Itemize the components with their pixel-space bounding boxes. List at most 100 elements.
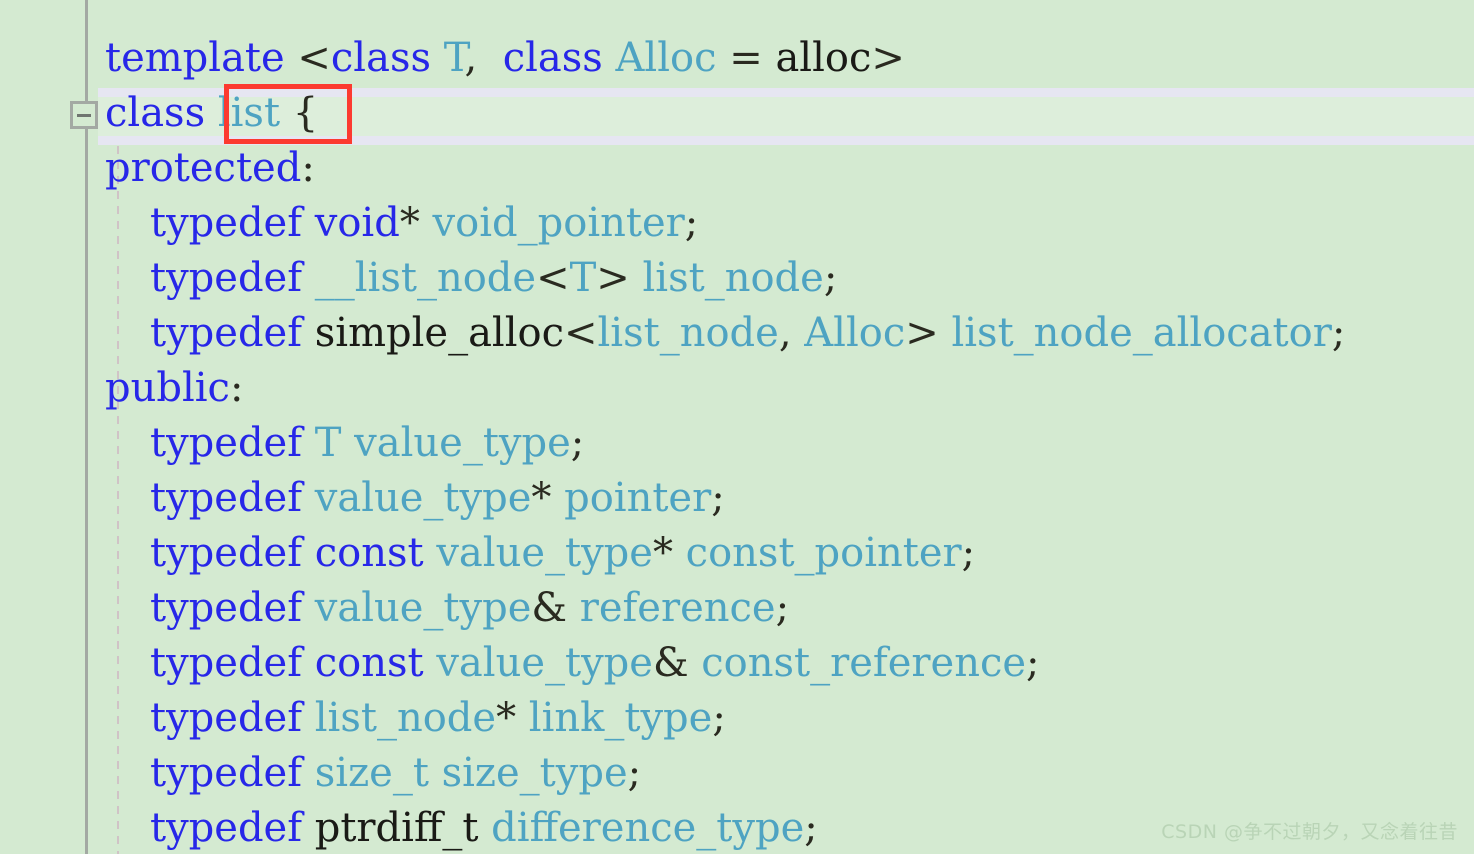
code-token: : (229, 365, 244, 411)
code-token: T (314, 420, 342, 466)
code-token: Alloc (615, 35, 717, 81)
code-line[interactable]: typedef const value_type* const_pointer; (150, 526, 975, 581)
code-token: & (531, 585, 567, 631)
code-token: list_node (314, 695, 497, 741)
code-token: typedef (150, 805, 303, 851)
code-token: > (905, 310, 939, 356)
code-token: T (443, 35, 465, 81)
code-token: link_type (528, 695, 713, 741)
code-token: * (399, 200, 420, 246)
code-token: protected (105, 145, 302, 191)
code-token: = (716, 35, 776, 81)
code-token: value_type (314, 585, 532, 631)
code-token: reference (579, 585, 776, 631)
code-line[interactable]: public: (105, 361, 243, 416)
code-token: ; (775, 585, 790, 631)
code-token: typedef (150, 420, 303, 466)
code-token: const_pointer (685, 530, 962, 576)
code-token: value_type (436, 530, 653, 576)
code-token: ; (823, 255, 838, 301)
code-token: class (105, 90, 206, 136)
code-token: simple_alloc (314, 310, 564, 356)
code-token: ; (570, 420, 585, 466)
code-line[interactable]: typedef void* void_pointer; (150, 196, 698, 251)
code-token: ; (627, 750, 642, 796)
code-editor-viewport[interactable]: template <class T, class Alloc = alloc> c… (0, 0, 1474, 854)
code-text-layer[interactable]: template <class T, class Alloc = alloc> c… (0, 0, 1474, 854)
code-token: typedef (150, 310, 303, 356)
code-token: const_reference (701, 640, 1027, 686)
code-line[interactable]: typedef __list_node<T> list_node; (150, 251, 837, 306)
code-line[interactable]: typedef value_type& reference; (150, 581, 789, 636)
code-token: pointer (564, 475, 712, 521)
code-token: difference_type (491, 805, 805, 851)
code-token: typedef (150, 200, 303, 246)
code-line[interactable]: protected: (105, 141, 315, 196)
code-token: typedef (150, 750, 303, 796)
code-token: ptrdiff_t (314, 805, 479, 851)
code-token: template (105, 35, 285, 81)
code-token: ; (711, 475, 725, 521)
code-token: & (652, 640, 689, 686)
code-token: list_node (597, 310, 779, 356)
code-token: typedef (150, 640, 303, 686)
code-line[interactable]: typedef value_type* pointer; (150, 471, 725, 526)
code-token: < (564, 310, 598, 356)
code-token: ; (1331, 310, 1346, 356)
code-token: size_type (441, 750, 628, 796)
code-token: T (569, 255, 597, 301)
code-line[interactable]: typedef simple_alloc<list_node, Alloc> l… (150, 306, 1345, 361)
code-token: class (502, 35, 603, 81)
code-token: , (778, 310, 792, 356)
code-token: void (314, 200, 400, 246)
annotation-red-box (224, 84, 352, 144)
code-line[interactable]: typedef list_node* link_type; (150, 691, 726, 746)
code-token: const (314, 640, 424, 686)
code-token: size_t (314, 750, 429, 796)
code-line[interactable]: typedef size_t size_type; (150, 746, 641, 801)
code-token: < (297, 35, 331, 81)
code-token: public (105, 365, 230, 411)
code-token: value_type (314, 475, 532, 521)
code-token: Alloc (804, 310, 906, 356)
code-token: ; (804, 805, 818, 851)
code-token: class (330, 35, 432, 81)
code-token: > (871, 35, 905, 81)
code-line[interactable]: typedef ptrdiff_t difference_type; (150, 801, 818, 854)
code-token: : (301, 145, 315, 191)
code-token: typedef (150, 695, 303, 741)
code-token: ; (684, 200, 699, 246)
code-line[interactable]: typedef T value_type; (150, 416, 584, 471)
code-line[interactable]: template <class T, class Alloc = alloc> (105, 31, 905, 86)
code-token: list_node (642, 255, 824, 301)
code-token: void_pointer (432, 200, 685, 246)
code-token: > (596, 255, 630, 301)
code-token: , (464, 35, 478, 81)
code-line[interactable]: typedef const value_type& const_referenc… (150, 636, 1040, 691)
code-token: typedef (150, 585, 303, 631)
csdn-watermark: CSDN @争不过朝夕，又念着往昔 (1161, 821, 1458, 843)
code-token: typedef (150, 475, 303, 521)
code-token: value_type (354, 420, 571, 466)
code-token: * (531, 475, 552, 521)
